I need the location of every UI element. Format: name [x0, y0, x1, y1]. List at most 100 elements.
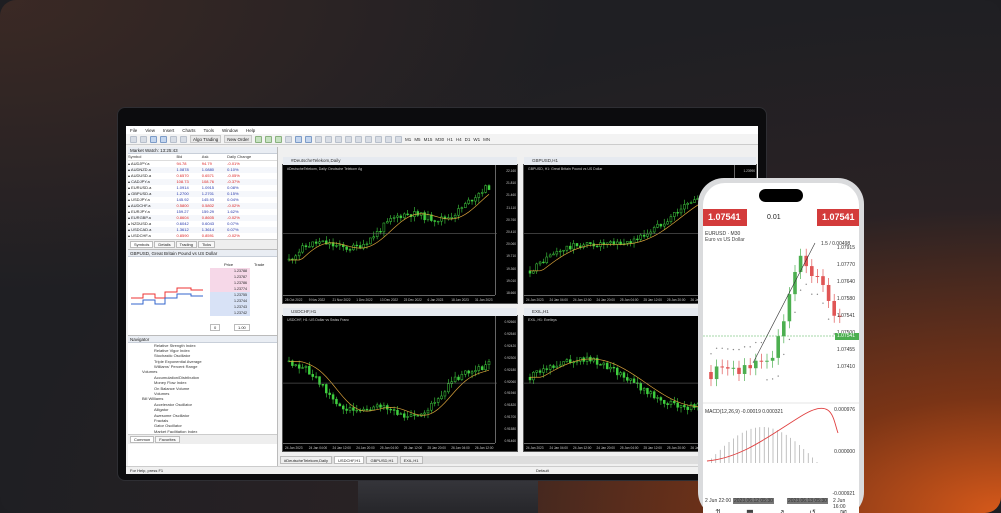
- horizontal-line-icon[interactable]: [375, 135, 383, 143]
- tab-trading[interactable]: Trading: [175, 240, 197, 248]
- tab-common[interactable]: Common: [130, 436, 155, 444]
- zoom-in-icon[interactable]: [295, 135, 303, 143]
- depth-lot-input[interactable]: 1.00: [234, 323, 250, 331]
- vertical-line-icon[interactable]: [365, 135, 373, 143]
- parabolic-sar-dot: [749, 346, 751, 348]
- candle-body: [666, 403, 669, 405]
- crosshair-icon[interactable]: [355, 135, 363, 143]
- parabolic-sar-dot: [760, 341, 763, 344]
- candle-body: [548, 365, 552, 370]
- navigator-icon[interactable]: [170, 135, 177, 143]
- chart-tab-deutsche-telekom[interactable]: #DeutscheTelekom,Daily: [280, 456, 333, 464]
- new-order-button[interactable]: New Order: [224, 135, 253, 143]
- trading-terminal-window: File View Insert Charts Tools Window Hel…: [126, 126, 758, 474]
- candle-body: [595, 245, 599, 248]
- parabolic-sar-dot: [715, 347, 718, 349]
- timeframe-h1[interactable]: H1: [447, 137, 453, 142]
- trade-icon[interactable]: ↗: [778, 508, 785, 513]
- trendline-icon[interactable]: [385, 135, 393, 143]
- candle-body: [548, 254, 552, 258]
- messages-icon[interactable]: ✉: [840, 508, 847, 513]
- candle-body: [686, 406, 689, 410]
- candle-body: [592, 357, 596, 362]
- price-tick-label: 21.110: [506, 205, 516, 210]
- tile-windows-icon[interactable]: [315, 135, 323, 143]
- menu-file[interactable]: File: [130, 128, 137, 134]
- time-label: 2 Jun 22:00: [705, 498, 732, 504]
- profiles-icon[interactable]: [140, 135, 147, 143]
- terminal-icon[interactable]: [180, 135, 187, 143]
- depth-volume-input[interactable]: 0: [210, 323, 221, 331]
- new-chart-icon[interactable]: [130, 135, 137, 143]
- menu-insert[interactable]: Insert: [163, 128, 174, 134]
- zoom-out-icon[interactable]: [305, 135, 313, 143]
- timeframe-m30[interactable]: M30: [435, 137, 444, 142]
- candle-body: [369, 237, 372, 245]
- toolbar: Algo Trading New Order M1 M5 M15 M30 H1 …: [126, 134, 758, 145]
- market-watch-title: Market Watch: 13:25:43: [128, 147, 277, 154]
- line-chart-icon[interactable]: [285, 135, 293, 143]
- chart-shift-icon[interactable]: [335, 135, 343, 143]
- bar-chart-icon[interactable]: [265, 135, 273, 143]
- autoscroll-icon[interactable]: [325, 135, 333, 143]
- depth-tick-chart: [131, 287, 203, 304]
- chart-tab-exil[interactable]: EXIL,H1: [399, 456, 423, 464]
- depth-price-row[interactable]: 1.23742: [210, 309, 250, 316]
- timeframe-m5[interactable]: M5: [414, 137, 420, 142]
- tab-ticks[interactable]: Ticks: [198, 240, 216, 248]
- tab-details[interactable]: Details: [154, 240, 175, 248]
- candle-chart-icon[interactable]: [275, 135, 283, 143]
- fibonacci-icon[interactable]: [395, 135, 403, 143]
- indicators-icon[interactable]: [345, 135, 353, 143]
- candle-body: [321, 384, 325, 386]
- data-window-icon[interactable]: [160, 135, 167, 143]
- candle-body: [341, 405, 345, 410]
- chart-window[interactable]: USDCHF,H1 USDCHF, H1: US Dollar vs Swiss …: [282, 308, 518, 452]
- chart-icon[interactable]: ⬒: [746, 508, 754, 513]
- candle-body: [294, 255, 298, 260]
- monitor-stand: [358, 481, 538, 513]
- menu-tools[interactable]: Tools: [203, 128, 214, 134]
- candle-body: [484, 185, 487, 193]
- chart-window[interactable]: #DeutscheTelekom,Daily #DeutscheTelekom, …: [282, 157, 518, 304]
- market-watch-icon[interactable]: [150, 135, 157, 143]
- menu-help[interactable]: Help: [246, 128, 255, 134]
- menu-window[interactable]: Window: [222, 128, 238, 134]
- tab-symbols[interactable]: Symbols: [130, 240, 154, 248]
- chart-tab-gbpusd[interactable]: GBPUSD,H1: [366, 456, 398, 464]
- candle-body: [662, 399, 666, 404]
- time-tick-label: 24 Jan 12:00: [332, 446, 351, 450]
- candle-body: [474, 370, 477, 373]
- timeframe-m15[interactable]: M15: [424, 137, 433, 142]
- candle-body: [579, 357, 582, 362]
- timeframe-d1[interactable]: D1: [465, 137, 471, 142]
- candle-body: [365, 243, 369, 245]
- menu-view[interactable]: View: [145, 128, 155, 134]
- chart-tab-usdchf[interactable]: USDCHF,H1: [334, 456, 365, 464]
- menu-charts[interactable]: Charts: [182, 128, 195, 134]
- timeframe-m1[interactable]: M1: [405, 137, 411, 142]
- timeframe-mn[interactable]: MN: [483, 137, 490, 142]
- quotes-icon[interactable]: ⇅: [715, 508, 722, 513]
- tab-favorites[interactable]: Favorites: [155, 436, 180, 444]
- candle-body: [375, 404, 379, 408]
- parabolic-sar-dot: [771, 378, 774, 380]
- depth-column-price: Price: [224, 261, 234, 267]
- candle-body: [669, 400, 673, 405]
- buy-icon[interactable]: [255, 135, 263, 143]
- candle-body: [392, 409, 396, 411]
- timeframe-h4[interactable]: H4: [456, 137, 462, 142]
- candle-body: [375, 231, 379, 237]
- timeframe-w1[interactable]: W1: [473, 137, 480, 142]
- candle-body: [545, 368, 549, 370]
- candle-body: [545, 256, 549, 264]
- parabolic-sar-dot: [811, 293, 813, 295]
- price-tick-label: 0.92540: [504, 331, 516, 336]
- candle-body: [460, 374, 464, 380]
- candle-body: [535, 370, 538, 373]
- candle-body: [782, 321, 786, 337]
- candle-body: [605, 362, 609, 370]
- history-icon[interactable]: ↺: [809, 508, 816, 513]
- status-profile: Default: [536, 468, 549, 473]
- algo-trading-button[interactable]: Algo Trading: [190, 135, 222, 143]
